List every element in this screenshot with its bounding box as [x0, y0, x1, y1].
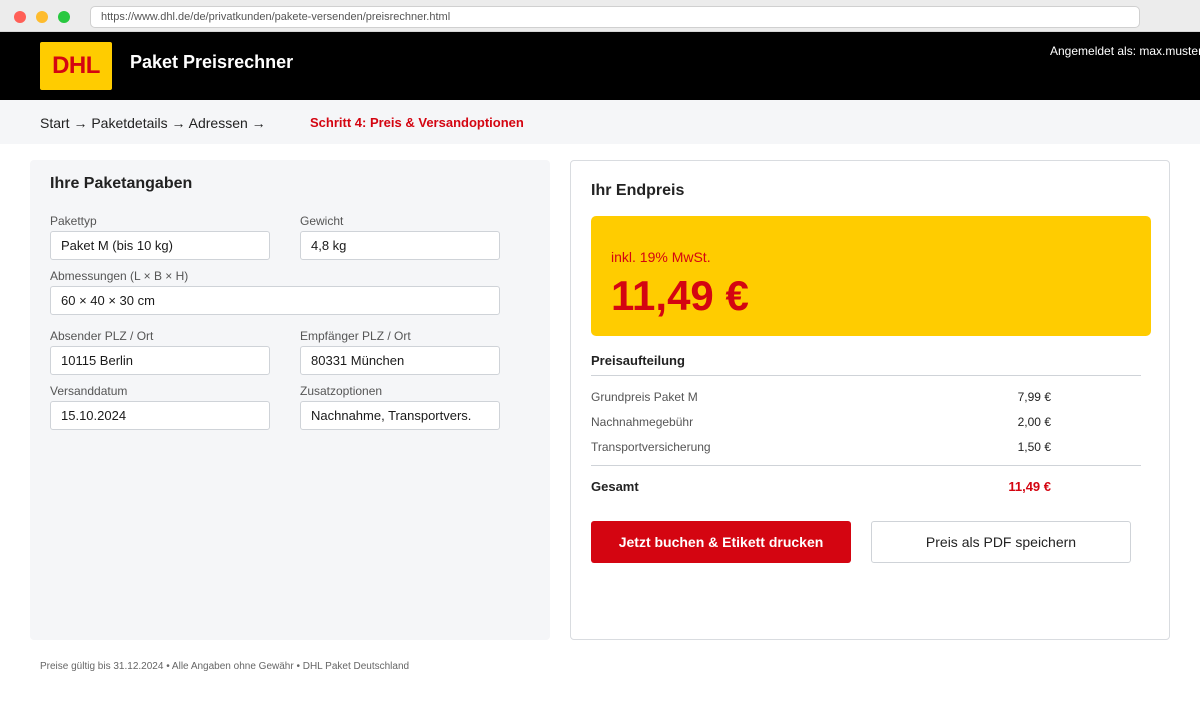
recipient-zip-label: Empfänger PLZ / Ort [300, 329, 411, 343]
package-details-panel: Ihre Paketangaben Pakettyp Paket M (bis … [30, 160, 550, 640]
sender-zip-field[interactable]: 10115 Berlin [50, 346, 270, 375]
user-login-status[interactable]: Angemeldet als: max.muster [1050, 44, 1200, 58]
recipient-zip-field[interactable]: 80331 München [300, 346, 500, 375]
base-price-label: Grundpreis Paket M [591, 390, 698, 404]
app-title: Paket Preisrechner [130, 52, 294, 72]
close-window-button[interactable] [14, 11, 26, 23]
weight-label: Gewicht [300, 214, 344, 228]
shipping-date-label: Versanddatum [50, 384, 128, 398]
save-pdf-button[interactable]: Preis als PDF speichern [871, 521, 1131, 563]
vat-note: inkl. 19% MwSt. [611, 249, 711, 265]
sender-zip-label: Absender PLZ / Ort [50, 329, 154, 343]
dhl-logo[interactable]: DHL [40, 42, 112, 90]
grand-total-label: Gesamt [591, 479, 639, 494]
browser-chrome: https://www.dhl.de/de/privatkunden/paket… [0, 0, 1200, 32]
package-type-label: Pakettyp [50, 214, 97, 228]
price-breakdown-title: Preisaufteilung [591, 353, 685, 368]
dimensions-field[interactable]: 60 × 40 × 30 cm [50, 286, 500, 315]
shipping-date-field[interactable]: 15.10.2024 [50, 401, 270, 430]
address-bar[interactable]: https://www.dhl.de/de/privatkunden/paket… [90, 6, 1140, 28]
breadcrumb-trail[interactable]: Start → Paketdetails → Adressen → [40, 115, 266, 131]
book-and-print-button[interactable]: Jetzt buchen & Etikett drucken [591, 521, 851, 563]
package-type-field[interactable]: Paket M (bis 10 kg) [50, 231, 270, 260]
insurance-value: 1,50 € [1017, 440, 1051, 454]
package-details-title: Ihre Paketangaben [50, 175, 193, 192]
minimize-window-button[interactable] [36, 11, 48, 23]
breadcrumb: Start → Paketdetails → Adressen → Schrit… [0, 100, 1200, 144]
insurance-label: Transportversicherung [591, 440, 711, 454]
breakdown-divider [591, 375, 1141, 376]
total-price-amount: 11,49 € [611, 272, 749, 319]
price-title: Ihr Endpreis [591, 182, 685, 199]
grand-total-value: 11,49 € [1008, 479, 1051, 494]
dimensions-label: Abmessungen (L × B × H) [50, 269, 189, 283]
breadcrumb-current-step: Schritt 4: Preis & Versandoptionen [310, 115, 524, 130]
footer-note: Preise gültig bis 31.12.2024 • Alle Anga… [40, 661, 410, 672]
price-panel: Ihr Endpreis inkl. 19% MwSt. 11,49 € Pre… [570, 160, 1170, 640]
maximize-window-button[interactable] [58, 11, 70, 23]
total-price-box: inkl. 19% MwSt. 11,49 € [591, 216, 1151, 336]
site-header: DHL Paket Preisrechner Angemeldet als: m… [0, 32, 1200, 100]
extra-options-field[interactable]: Nachnahme, Transportvers. [300, 401, 500, 430]
cod-fee-value: 2,00 € [1017, 415, 1051, 429]
base-price-value: 7,99 € [1017, 390, 1051, 404]
total-divider [591, 465, 1141, 466]
extra-options-label: Zusatzoptionen [300, 384, 383, 398]
weight-field[interactable]: 4,8 kg [300, 231, 500, 260]
cod-fee-label: Nachnahmegebühr [591, 415, 694, 429]
